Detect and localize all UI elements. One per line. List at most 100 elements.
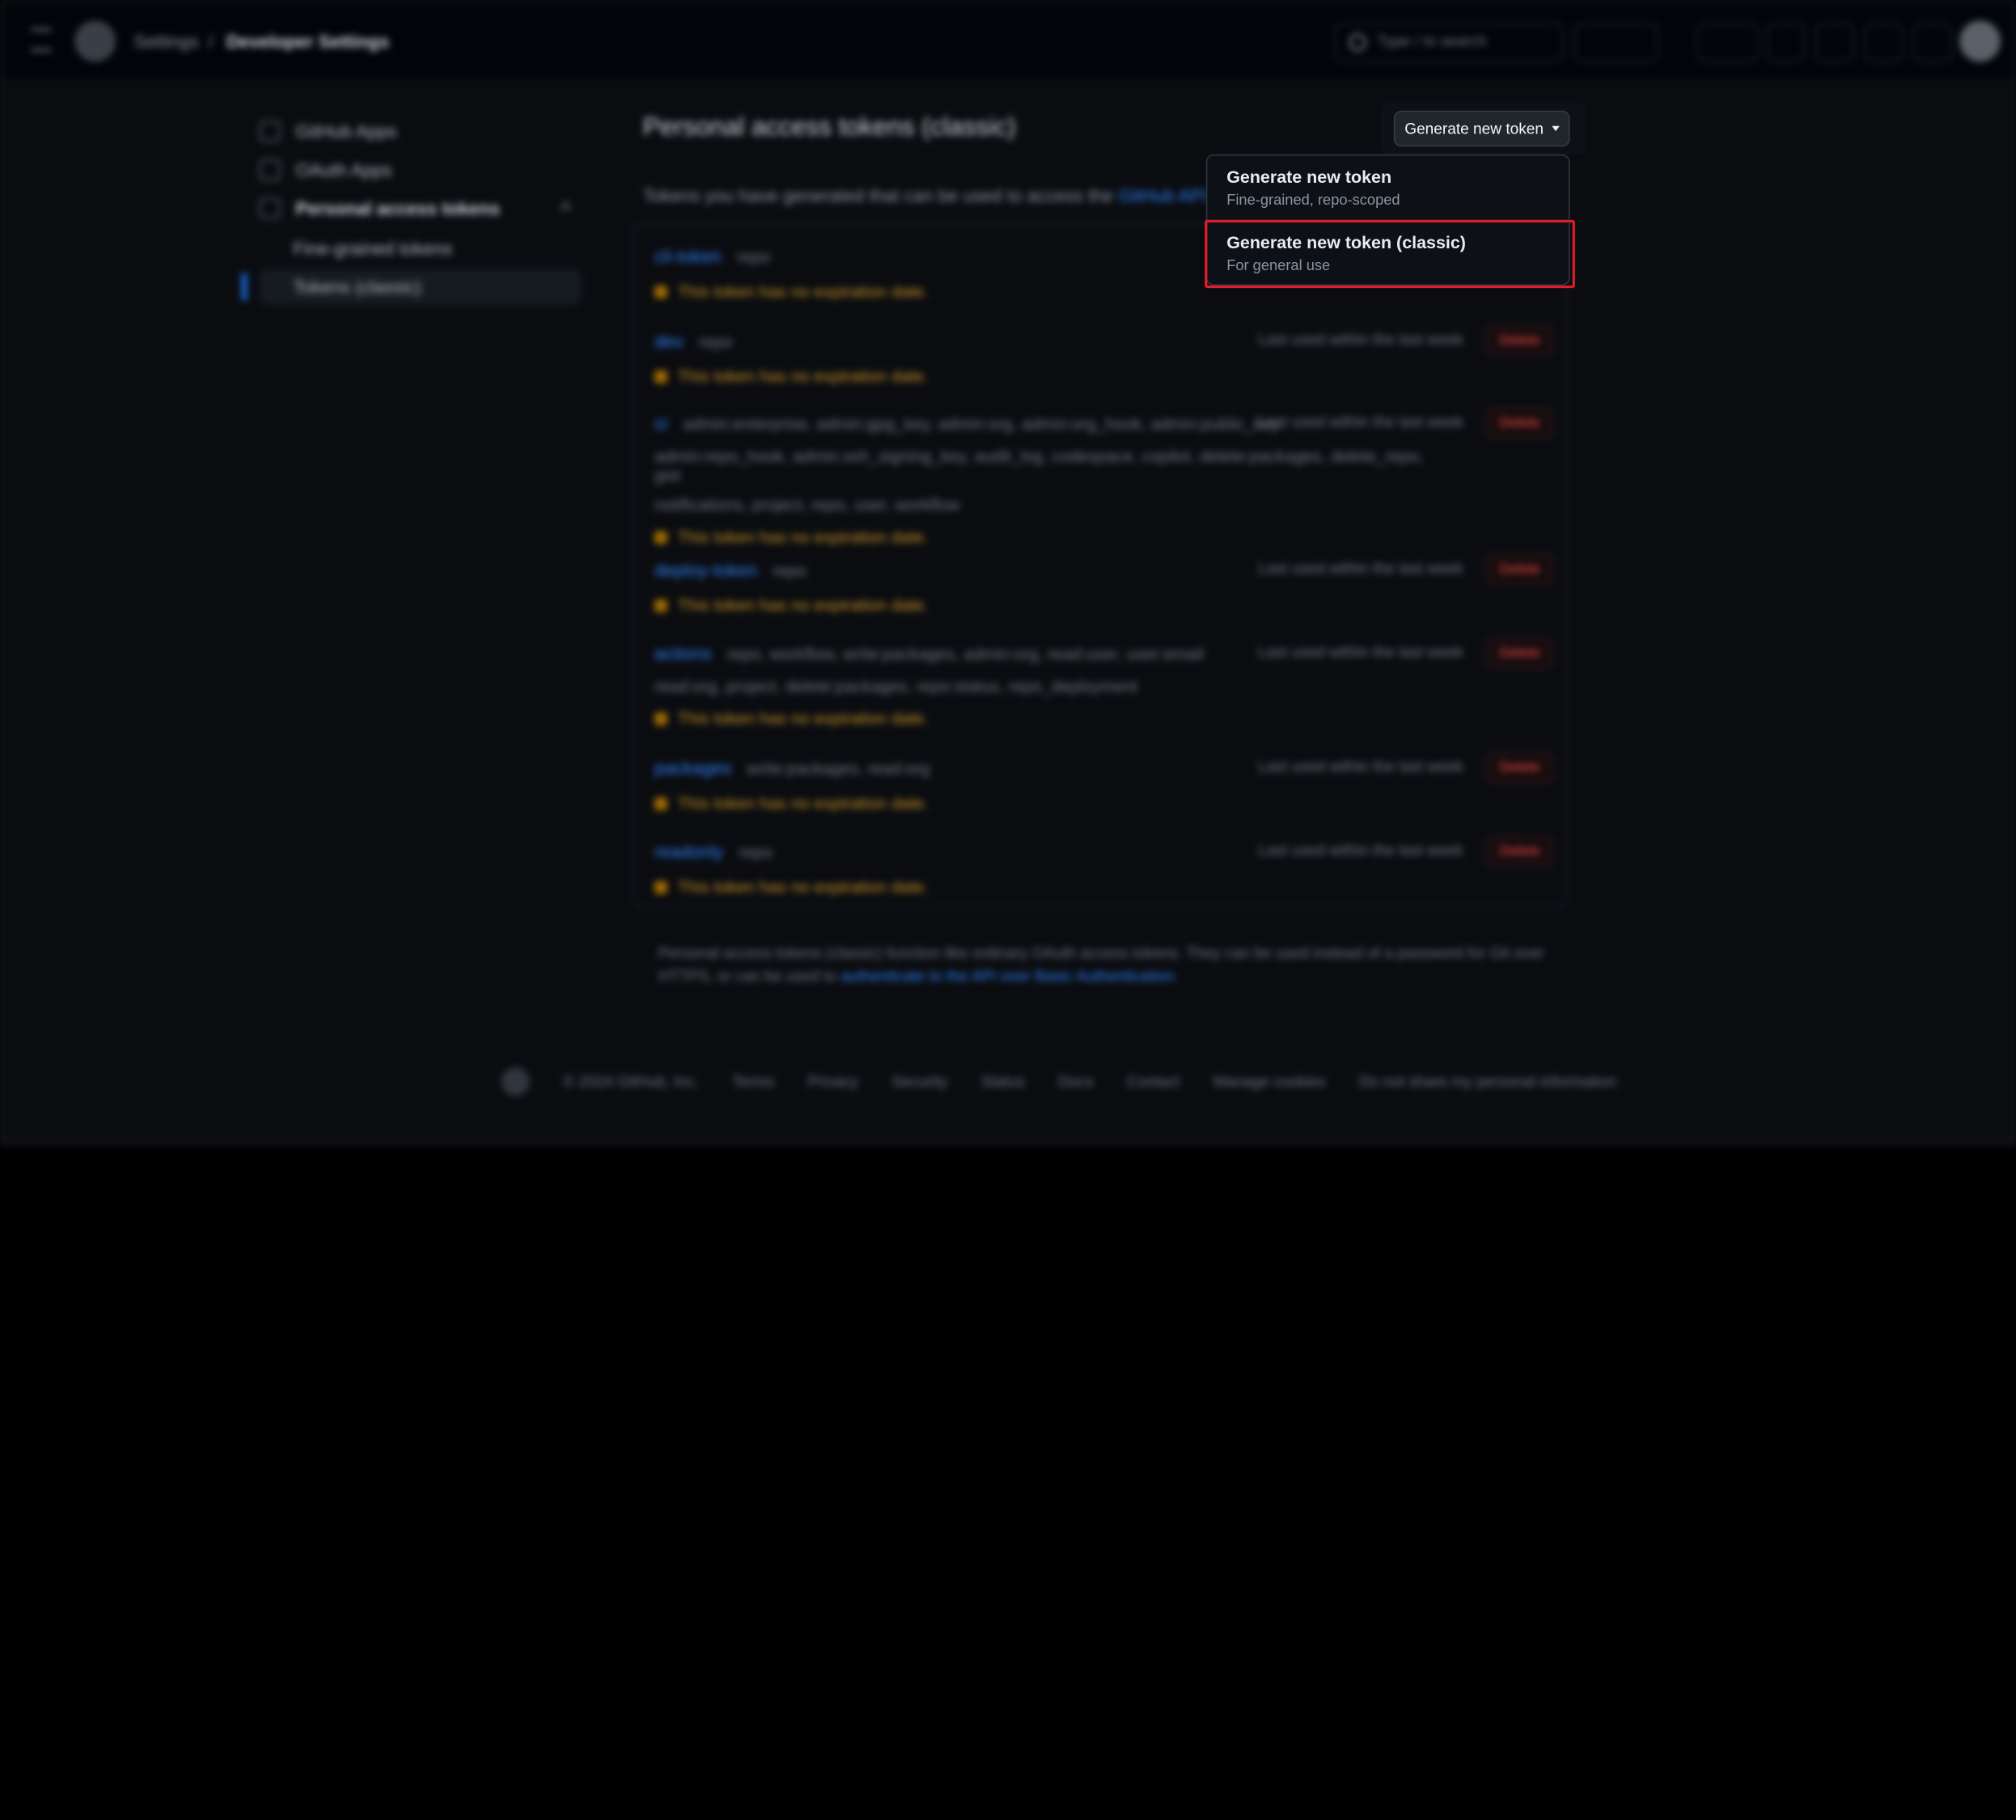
expiration-warning: This token has no expiration date.	[654, 709, 1451, 728]
token-row: readonly repo Last used within the last w…	[634, 836, 1566, 896]
expiration-warning: This token has no expiration date.	[654, 794, 1566, 813]
breadcrumb-separator: /	[208, 31, 214, 52]
triangle-down-icon	[1551, 125, 1560, 132]
generate-token-menu: Generate new token Fine-grained, repo-sc…	[1205, 154, 1570, 286]
sidebar-item-fine-grained-tokens[interactable]: Fine-grained tokens	[293, 231, 581, 267]
alert-icon	[654, 796, 667, 810]
notifications-icon[interactable]	[1912, 23, 1952, 62]
menu-item-subtitle: For general use	[1226, 258, 1331, 274]
token-name-link[interactable]: readonly	[654, 841, 723, 861]
footer-link-manage-cookies[interactable]: Manage cookies	[1213, 1073, 1326, 1090]
footer-link-do-not-share[interactable]: Do not share my personal information	[1359, 1073, 1616, 1090]
hamburger-menu-icon[interactable]	[31, 28, 52, 52]
footer-link-terms[interactable]: Terms	[732, 1073, 774, 1090]
breadcrumb-developer-settings[interactable]: Developer Settings	[227, 31, 390, 51]
token-name-link[interactable]: cli-token	[654, 246, 722, 266]
footer-copyright: © 2024 GitHub, Inc.	[563, 1072, 699, 1091]
token-name-link[interactable]: packages	[654, 757, 731, 777]
repositories-icon[interactable]	[1864, 23, 1904, 62]
warning-text: This token has no expiration date.	[677, 281, 929, 302]
sidebar-item-label: GitHub Apps	[295, 121, 397, 142]
token-last-used: Last used within the last week	[1258, 642, 1463, 662]
expiration-warning: This token has no expiration date.	[654, 877, 1566, 896]
page-footer: © 2024 GitHub, Inc. Terms Privacy Securi…	[501, 1067, 1616, 1096]
token-last-used: Last used within the last week	[1258, 840, 1463, 860]
menu-item-title: Generate new token (classic)	[1226, 232, 1466, 252]
copilot-button[interactable]	[1573, 23, 1659, 62]
token-scopes: repo	[698, 332, 733, 352]
token-list: cli-token repo This token has no expirati…	[632, 223, 1568, 908]
expiration-warning: This token has no expiration date.	[654, 527, 1451, 547]
github-footer-logo-icon	[501, 1067, 530, 1096]
create-new-button[interactable]	[1696, 23, 1760, 62]
footer-link-contact[interactable]: Contact	[1127, 1073, 1180, 1090]
delete-button[interactable]: Delete	[1486, 752, 1553, 784]
delete-button[interactable]: Delete	[1486, 407, 1553, 439]
token-last-used: Last used within the last week	[1258, 559, 1463, 578]
active-indicator	[241, 273, 248, 302]
warning-text: This token has no expiration date.	[677, 527, 929, 547]
alert-icon	[654, 880, 667, 894]
sidebar-item-tokens-classic[interactable]: Tokens (classic)	[260, 269, 582, 305]
tokens-footnote: Personal access tokens (classic) functio…	[659, 942, 1546, 988]
issues-icon[interactable]	[1766, 23, 1806, 62]
description-text: Tokens you have generated that can be us…	[642, 184, 1114, 206]
sidebar-item-oauth-apps[interactable]: OAuth Apps	[260, 152, 581, 188]
github-logo-icon[interactable]	[74, 20, 116, 62]
user-avatar[interactable]	[1959, 20, 2001, 62]
footer-link-security[interactable]: Security	[892, 1073, 947, 1090]
apps-icon	[260, 121, 281, 142]
alert-icon	[654, 712, 667, 725]
expiration-warning: This token has no expiration date.	[654, 595, 1566, 615]
token-last-used: Last used within the last week	[1258, 757, 1463, 776]
person-icon	[260, 159, 281, 180]
breadcrumb-settings[interactable]: Settings	[133, 31, 198, 51]
page-description: Tokens you have generated that can be us…	[643, 185, 1208, 205]
search-input[interactable]: Type / to search	[1334, 23, 1564, 62]
delete-button[interactable]: Delete	[1486, 554, 1553, 586]
chevron-up-icon: ^	[560, 197, 571, 219]
menu-item-generate-new-token-classic[interactable]: Generate new token (classic) For general…	[1207, 221, 1569, 285]
top-navigation-bar: Settings / Developer Settings Type / to …	[2, 2, 2014, 82]
github-api-link[interactable]: GitHub API	[1118, 185, 1207, 205]
key-icon	[260, 197, 281, 219]
generate-new-token-dropdown-button[interactable]: Generate new token	[1393, 110, 1570, 147]
sidebar-item-label: OAuth Apps	[295, 159, 392, 180]
token-name-link[interactable]: actions	[654, 643, 712, 663]
token-scopes-continued: notifications, project, repo, user, work…	[654, 495, 960, 514]
menu-item-subtitle: Fine-grained, repo-scoped	[1226, 193, 1400, 209]
menu-item-generate-new-token[interactable]: Generate new token Fine-grained, repo-sc…	[1207, 155, 1569, 219]
token-row: packages write:packages, read:org Last us…	[634, 752, 1566, 813]
alert-icon	[654, 370, 667, 383]
page-title: Personal access tokens (classic)	[642, 112, 1016, 142]
footer-link-status[interactable]: Status	[981, 1073, 1025, 1090]
token-scopes: repo	[736, 247, 771, 267]
sidebar-item-personal-access-tokens[interactable]: Personal access tokens ^	[260, 190, 581, 226]
delete-button[interactable]: Delete	[1486, 637, 1553, 669]
token-last-used: Last used within the last week	[1258, 413, 1463, 431]
token-name-link[interactable]: deploy-token	[654, 560, 757, 580]
token-scopes: repo	[773, 561, 807, 581]
pull-requests-icon[interactable]	[1815, 23, 1854, 62]
token-scopes: write:packages, read:org	[747, 759, 930, 778]
generate-button-label: Generate new token	[1404, 119, 1544, 138]
token-name-link[interactable]: dev	[654, 331, 684, 351]
token-row: deploy-token repo Last used within the la…	[634, 554, 1566, 615]
alert-icon	[654, 530, 667, 544]
footer-link-privacy[interactable]: Privacy	[807, 1073, 858, 1090]
basic-auth-link[interactable]: authenticate to the API over Basic Authe…	[841, 967, 1179, 985]
search-placeholder: Type / to search	[1377, 32, 1487, 51]
token-row: dev repo Last used within the last week D…	[634, 325, 1566, 386]
delete-button[interactable]: Delete	[1486, 325, 1553, 357]
menu-item-title: Generate new token	[1226, 167, 1392, 187]
token-name-link[interactable]: ci	[654, 413, 667, 433]
alert-icon	[654, 285, 667, 298]
sidebar-item-label: Fine-grained tokens	[293, 238, 453, 259]
token-scopes-continued: admin:repo_hook, admin:ssh_signing_key, …	[654, 446, 1424, 485]
footer-link-docs[interactable]: Docs	[1058, 1073, 1093, 1090]
sidebar-item-github-apps[interactable]: GitHub Apps	[260, 113, 581, 150]
alert-icon	[654, 599, 667, 612]
delete-button[interactable]: Delete	[1486, 836, 1553, 867]
token-row: ci admin:enterprise, admin:gpg_key, admin…	[634, 407, 1566, 547]
token-row: actions repo, workflow, write:packages, a…	[634, 637, 1566, 728]
